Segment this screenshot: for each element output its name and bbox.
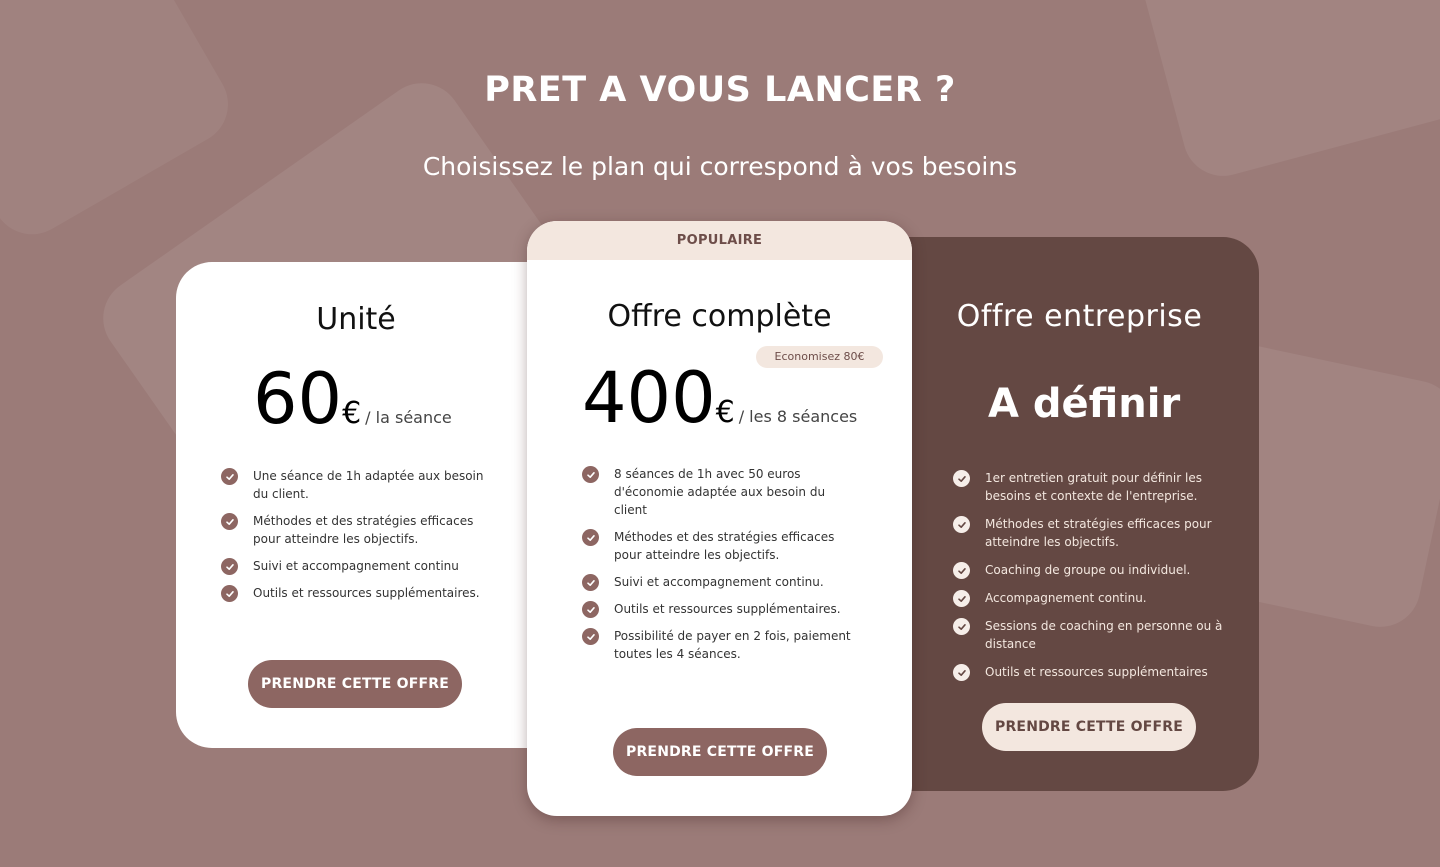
feature-item: Outils et ressources supplémentaires. bbox=[221, 584, 496, 602]
price-period: / la séance bbox=[365, 408, 452, 427]
plan-title: Unité bbox=[316, 302, 396, 337]
feature-item: Méthodes et des stratégies efficaces pou… bbox=[582, 528, 852, 564]
select-plan-entreprise-button[interactable]: PRENDRE CETTE OFFRE bbox=[982, 703, 1196, 751]
select-plan-unite-button[interactable]: PRENDRE CETTE OFFRE bbox=[248, 660, 462, 708]
feature-item: Sessions de coaching en personne ou à di… bbox=[953, 617, 1228, 653]
price-currency: € bbox=[715, 395, 735, 430]
feature-list: 8 séances de 1h avec 50 euros d'économie… bbox=[582, 465, 852, 672]
feature-item: Outils et ressources supplémentaires. bbox=[582, 600, 852, 618]
popular-ribbon: POPULAIRE bbox=[527, 221, 912, 260]
check-circle-icon bbox=[953, 618, 970, 635]
check-circle-icon bbox=[221, 513, 238, 530]
check-circle-icon bbox=[582, 574, 599, 591]
feature-text: Méthodes et stratégies efficaces pour at… bbox=[985, 517, 1212, 549]
feature-item: 1er entretien gratuit pour définir les b… bbox=[953, 469, 1228, 505]
feature-item: Accompagnement continu. bbox=[953, 589, 1228, 607]
check-circle-icon bbox=[582, 466, 599, 483]
check-circle-icon bbox=[221, 468, 238, 485]
check-circle-icon bbox=[582, 529, 599, 546]
feature-text: 8 séances de 1h avec 50 euros d'économie… bbox=[614, 467, 826, 517]
feature-list: Une séance de 1h adaptée aux besoin du c… bbox=[221, 467, 496, 611]
plan-price: 60€ / la séance bbox=[253, 364, 452, 434]
feature-text: Outils et ressources supplémentaires bbox=[985, 665, 1208, 679]
feature-item: Possibilité de payer en 2 fois, paiement… bbox=[582, 627, 852, 663]
feature-text: Méthodes et des stratégies efficaces pou… bbox=[253, 514, 474, 546]
feature-text: Accompagnement continu. bbox=[985, 591, 1147, 605]
pricing-card-entreprise: Offre entreprise A définir 1er entretien… bbox=[900, 237, 1259, 791]
price-amount: 60 bbox=[253, 358, 343, 440]
select-plan-complete-button[interactable]: PRENDRE CETTE OFFRE bbox=[613, 728, 827, 776]
feature-item: Méthodes et des stratégies efficaces pou… bbox=[221, 512, 496, 548]
feature-text: Sessions de coaching en personne ou à di… bbox=[985, 619, 1223, 651]
page-title: PRET A VOUS LANCER ? bbox=[484, 70, 956, 110]
plan-price-text: A définir bbox=[988, 381, 1181, 427]
feature-text: Possibilité de payer en 2 fois, paiement… bbox=[614, 629, 851, 661]
feature-text: Suivi et accompagnement continu bbox=[253, 559, 459, 573]
feature-item: Méthodes et stratégies efficaces pour at… bbox=[953, 515, 1228, 551]
check-circle-icon bbox=[582, 601, 599, 618]
feature-item: 8 séances de 1h avec 50 euros d'économie… bbox=[582, 465, 852, 519]
check-circle-icon bbox=[953, 562, 970, 579]
price-amount: 400 bbox=[582, 357, 716, 439]
feature-item: Suivi et accompagnement continu bbox=[221, 557, 496, 575]
check-circle-icon bbox=[221, 585, 238, 602]
page-subtitle: Choisissez le plan qui correspond à vos … bbox=[422, 152, 1018, 181]
feature-item: Une séance de 1h adaptée aux besoin du c… bbox=[221, 467, 496, 503]
check-circle-icon bbox=[953, 664, 970, 681]
pricing-card-unite: Unité 60€ / la séance Une séance de 1h ad… bbox=[176, 262, 536, 748]
feature-list: 1er entretien gratuit pour définir les b… bbox=[953, 469, 1228, 691]
feature-text: Méthodes et des stratégies efficaces pou… bbox=[614, 530, 835, 562]
feature-item: Suivi et accompagnement continu. bbox=[582, 573, 852, 591]
plan-title: Offre entreprise bbox=[956, 299, 1203, 334]
check-circle-icon bbox=[953, 590, 970, 607]
price-currency: € bbox=[342, 396, 362, 431]
feature-text: Une séance de 1h adaptée aux besoin du c… bbox=[253, 469, 484, 501]
check-circle-icon bbox=[953, 470, 970, 487]
feature-text: 1er entretien gratuit pour définir les b… bbox=[985, 471, 1202, 503]
check-circle-icon bbox=[582, 628, 599, 645]
feature-item: Coaching de groupe ou individuel. bbox=[953, 561, 1228, 579]
plan-title: Offre complète bbox=[607, 299, 832, 334]
feature-text: Suivi et accompagnement continu. bbox=[614, 575, 824, 589]
feature-text: Outils et ressources supplémentaires. bbox=[614, 602, 841, 616]
feature-item: Outils et ressources supplémentaires bbox=[953, 663, 1228, 681]
feature-text: Outils et ressources supplémentaires. bbox=[253, 586, 480, 600]
background-shape bbox=[0, 0, 243, 249]
check-circle-icon bbox=[953, 516, 970, 533]
price-period: / les 8 séances bbox=[738, 407, 858, 426]
plan-price: 400€ / les 8 séances bbox=[582, 363, 857, 433]
check-circle-icon bbox=[221, 558, 238, 575]
pricing-card-complete: POPULAIRE Offre complète Economisez 80€ … bbox=[527, 221, 912, 816]
feature-text: Coaching de groupe ou individuel. bbox=[985, 563, 1191, 577]
